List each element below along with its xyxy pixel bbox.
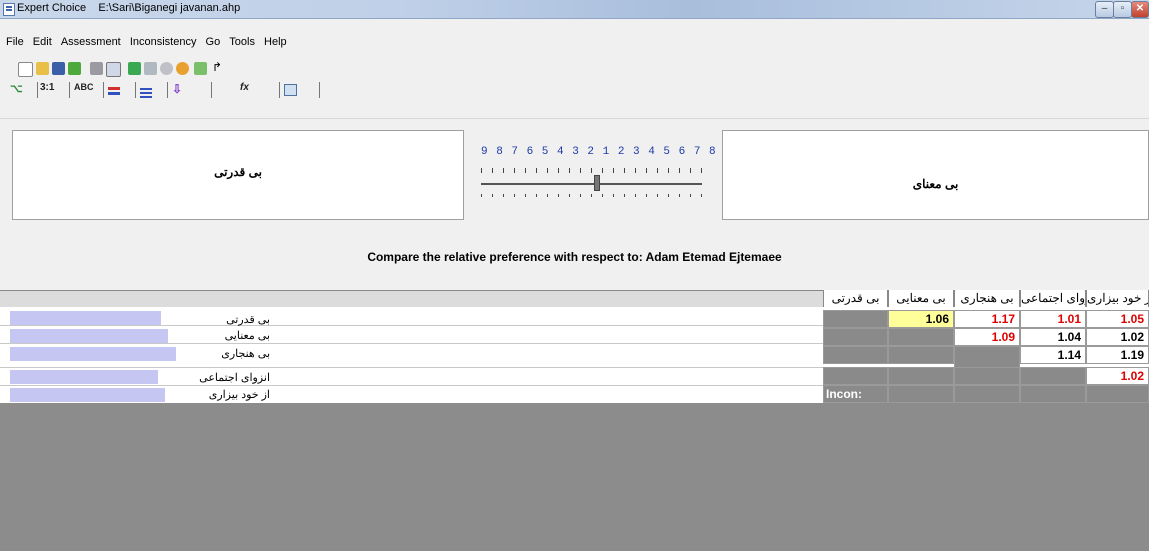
model-icon[interactable] xyxy=(144,62,157,75)
edit-icon[interactable] xyxy=(194,62,207,75)
matrix-cell[interactable]: 1.02 xyxy=(1086,367,1149,385)
new-file-icon[interactable] xyxy=(18,62,33,77)
matrix-cell[interactable]: 1.14 xyxy=(1020,346,1086,364)
window-title: Expert Choice E:\Sari\Biganegi javanan.a… xyxy=(17,2,241,14)
divider xyxy=(0,118,1149,119)
table-icon xyxy=(284,84,297,96)
menu-inconsistency[interactable]: Inconsistency xyxy=(130,36,197,48)
data-grid-icon[interactable] xyxy=(128,62,141,75)
menu-tools[interactable]: Tools xyxy=(229,36,255,48)
synthesis-icon[interactable] xyxy=(176,62,189,75)
matrix-cell xyxy=(1086,385,1149,403)
assessment-toolbar: ⌥ 3:1 ABC ⇩ fx xyxy=(10,80,330,100)
graphical-mode-tab[interactable] xyxy=(108,82,136,98)
matrix-cell[interactable]: 1.17 xyxy=(954,310,1020,328)
matrix-cell[interactable]: 1.05 xyxy=(1086,310,1149,328)
menu-bar: File Edit Assessment Inconsistency Go To… xyxy=(0,36,287,53)
scale-numbers: 9 8 7 6 5 4 3 2 1 2 3 4 5 6 7 8 9 xyxy=(481,146,732,158)
left-comparison-panel[interactable]: بی قدرتی xyxy=(12,130,464,220)
matrix-cell xyxy=(954,385,1020,403)
col-header-5[interactable]: از خود بیزاری xyxy=(1086,290,1149,307)
empty-workspace xyxy=(0,403,1149,551)
row-label[interactable]: بی قدرتی xyxy=(0,313,270,326)
close-button[interactable]: ✕ xyxy=(1131,1,1149,18)
matrix-cell xyxy=(888,385,954,403)
bar-chart-red-icon xyxy=(108,87,120,90)
matrix-cell xyxy=(888,346,954,364)
matrix-cell xyxy=(1020,385,1086,403)
spreadsheet-tab[interactable] xyxy=(284,82,320,98)
matrix-cell[interactable]: 1.09 xyxy=(954,328,1020,346)
formula-tab[interactable]: fx xyxy=(240,82,280,98)
matrix-cell xyxy=(888,328,954,346)
inconsistency-ratio: Incon: 0.00 xyxy=(823,385,888,417)
matrix-cell xyxy=(823,310,888,328)
verbal-scale: 9 8 7 6 5 4 3 2 1 2 3 4 5 6 7 8 9 xyxy=(467,130,731,220)
compare-arrows-icon[interactable]: ⇩ xyxy=(172,82,212,98)
matrix-cell[interactable]: 1.02 xyxy=(1086,328,1149,346)
scale-ticks xyxy=(481,168,702,173)
matrix-cell[interactable]: 1.01 xyxy=(1020,310,1086,328)
check-icon[interactable] xyxy=(68,62,81,75)
col-header-4[interactable]: انزوای اجتماعی xyxy=(1020,290,1086,307)
col-header-2[interactable]: بی معنایی xyxy=(888,290,954,307)
row-label[interactable]: از خود بیزاری xyxy=(0,388,270,401)
matrix-cell xyxy=(823,328,888,346)
row-label[interactable]: بی معنایی xyxy=(0,329,270,342)
print-preview-icon[interactable] xyxy=(106,62,121,77)
matrix-cell[interactable]: 1.19 xyxy=(1086,346,1149,364)
slider-thumb[interactable] xyxy=(594,175,600,191)
matrix-cell xyxy=(888,367,954,385)
left-item-label: بی قدرتی xyxy=(214,165,262,179)
slider-track[interactable] xyxy=(481,183,702,185)
row-label[interactable]: بی هنجاری xyxy=(0,347,270,360)
menu-go[interactable]: Go xyxy=(206,36,221,48)
matrix-cell xyxy=(823,346,888,364)
menu-edit[interactable]: Edit xyxy=(33,36,52,48)
title-bar: Expert Choice E:\Sari\Biganegi javanan.a… xyxy=(0,0,1149,19)
save-icon[interactable] xyxy=(52,62,65,75)
go-up-arrow-icon[interactable]: ↱ xyxy=(212,61,225,75)
settings-icon[interactable] xyxy=(160,62,173,75)
menu-assessment[interactable]: Assessment xyxy=(61,36,121,48)
print-icon[interactable] xyxy=(90,62,103,75)
matrix-cell xyxy=(954,346,1020,368)
numeric-mode-tab[interactable]: 3:1 xyxy=(40,82,70,98)
right-item-label: بی معنای xyxy=(912,177,959,191)
verbal-mode-tab[interactable]: ABC xyxy=(74,82,104,98)
matrix-cell xyxy=(823,367,888,385)
col-header-3[interactable]: بی هنجاری xyxy=(954,290,1020,307)
matrix-cell xyxy=(1020,367,1086,385)
right-comparison-panel[interactable]: بی معنای xyxy=(722,130,1149,220)
matrix-cell-selected[interactable]: 1.06 xyxy=(888,310,954,328)
menu-help[interactable]: Help xyxy=(264,36,287,48)
matrix-cell xyxy=(954,367,1020,385)
col-header-1[interactable]: بی قدرتی xyxy=(823,290,888,307)
app-icon xyxy=(3,3,15,16)
maximize-button[interactable]: ▫ xyxy=(1113,1,1132,18)
scale-ticks-lower xyxy=(481,194,702,197)
compare-prompt: Compare the relative preference with res… xyxy=(367,250,782,264)
row-label[interactable]: انزوای اجتماعی xyxy=(0,371,270,384)
tree-view-icon[interactable]: ⌥ xyxy=(10,82,38,98)
minimize-button[interactable]: – xyxy=(1095,1,1114,18)
open-folder-icon[interactable] xyxy=(36,62,49,75)
matrix-cell[interactable]: 1.04 xyxy=(1020,328,1086,346)
questionnaire-tab[interactable] xyxy=(140,82,168,98)
lines-icon xyxy=(140,88,152,90)
menu-file[interactable]: File xyxy=(6,36,24,48)
